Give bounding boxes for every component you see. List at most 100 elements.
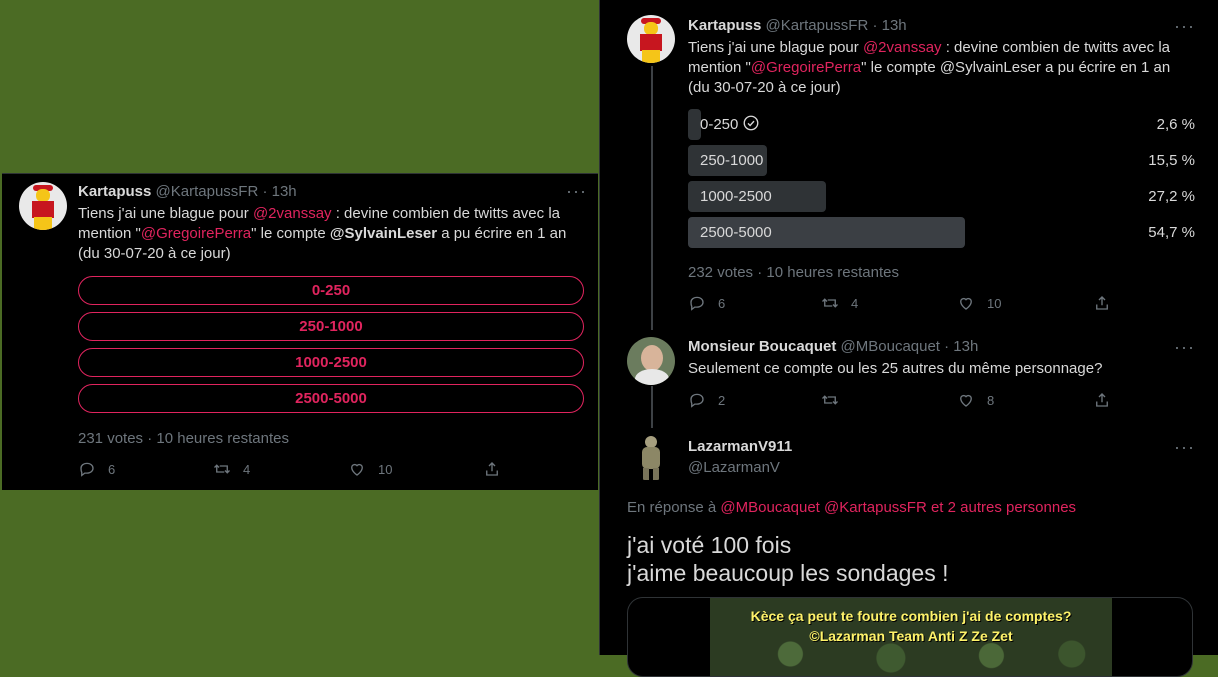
mention-link[interactable]: @GregoirePerra xyxy=(141,225,251,242)
poll-result-text: 2500-5000 xyxy=(700,224,772,241)
check-circle-icon xyxy=(743,115,759,131)
author-name[interactable]: Kartapuss xyxy=(78,183,151,200)
poll-result-text: 0-250 xyxy=(700,116,739,133)
left-tweet-card[interactable]: Kartapuss @KartapussFR · 13h ··· Tiens j… xyxy=(2,173,598,490)
poll-result-label: 2500-5000 xyxy=(700,217,772,248)
poll-option-button[interactable]: 250-1000 xyxy=(78,312,584,341)
tweet-header: @LazarmanV xyxy=(688,459,780,476)
text-part: Tiens j'ai une blague pour xyxy=(688,39,863,56)
poll-results: 0-250 2,6 % 250-1000 15,5 % 1000-2500 27,2 % 2… xyxy=(688,109,1195,249)
tweet-header: LazarmanV911 xyxy=(688,438,792,455)
thread-connector xyxy=(651,66,653,330)
thread-connector xyxy=(651,386,653,428)
tweet-header: Monsieur Boucaquet @MBoucaquet · 13h xyxy=(688,338,978,355)
share-icon xyxy=(1096,296,1108,310)
reply-icon xyxy=(690,393,704,408)
text-part: Tiens j'ai une blague pour xyxy=(78,205,253,222)
poll-result-row: 0-250 2,6 % xyxy=(688,109,1195,140)
more-icon[interactable]: ··· xyxy=(566,182,587,200)
media-caption: Kèce ça peut te foutre combien j'ai de c… xyxy=(750,608,1072,624)
reply-prefix: En réponse à xyxy=(627,499,721,516)
poll-result-label: 1000-2500 xyxy=(700,181,772,212)
poll-result-label: 250-1000 xyxy=(700,145,763,176)
media-image[interactable]: Kèce ça peut te foutre combien j'ai de c… xyxy=(710,598,1112,676)
reply-action[interactable]: 2 xyxy=(688,391,725,409)
reply-action[interactable]: 6 xyxy=(78,460,115,478)
poll-result-label: 0-250 xyxy=(700,109,760,140)
poll-result-percent: 2,6 % xyxy=(1156,116,1195,133)
retweet-action[interactable] xyxy=(821,391,851,409)
retweet-count: 4 xyxy=(851,295,859,311)
like-action[interactable]: 10 xyxy=(957,294,1001,312)
tweet-text: Tiens j'ai une blague pour @2vanssay : d… xyxy=(688,38,1193,98)
right-thread-panel: Kartapuss @KartapussFR · 13h ··· Tiens j… xyxy=(599,0,1218,677)
tweet-media[interactable]: Kèce ça peut te foutre combien j'ai de c… xyxy=(627,597,1193,677)
kartapuss-avatar[interactable] xyxy=(627,15,675,63)
tweet-header: Kartapuss @KartapussFR · 13h xyxy=(78,183,297,200)
tweet-text: Seulement ce compte ou les 25 autres du … xyxy=(688,360,1103,377)
poll-result-percent: 54,7 % xyxy=(1148,224,1195,241)
author-name[interactable]: LazarmanV911 xyxy=(688,438,792,455)
reply-count: 2 xyxy=(718,392,726,408)
like-action[interactable]: 8 xyxy=(957,391,994,409)
poll-result-row: 250-1000 15,5 % xyxy=(688,145,1195,176)
more-icon[interactable]: ··· xyxy=(1174,17,1195,35)
more-icon[interactable]: ··· xyxy=(1174,438,1195,456)
reply-count: 6 xyxy=(108,461,116,477)
author-handle-time[interactable]: @KartapussFR · 13h xyxy=(156,183,297,200)
like-count: 10 xyxy=(987,295,1002,311)
like-icon xyxy=(351,463,363,476)
mention-link[interactable]: @SylvainLeser xyxy=(330,225,437,242)
like-icon xyxy=(960,394,972,407)
poll-option-button[interactable]: 0-250 xyxy=(78,276,584,305)
share-action[interactable] xyxy=(1093,391,1123,409)
retweet-icon xyxy=(822,395,838,405)
poll-result-percent: 27,2 % xyxy=(1148,188,1195,205)
poll-result-text: 1000-2500 xyxy=(700,188,772,205)
retweet-count: 4 xyxy=(243,461,251,477)
poll-option-button[interactable]: 2500-5000 xyxy=(78,384,584,413)
author-handle-time[interactable]: @KartapussFR · 13h xyxy=(766,17,907,34)
like-count: 8 xyxy=(987,392,995,408)
reply-icon xyxy=(690,296,704,311)
retweet-action[interactable]: 4 xyxy=(213,460,250,478)
author-handle[interactable]: @LazarmanV xyxy=(688,459,780,476)
share-icon xyxy=(486,462,498,476)
reply-mentions[interactable]: @MBoucaquet @KartapussFR et 2 autres per… xyxy=(720,499,1076,516)
mboucaquet-avatar[interactable] xyxy=(627,337,675,385)
retweet-icon xyxy=(822,298,838,308)
reply-icon xyxy=(80,462,94,477)
retweet-icon xyxy=(214,464,230,474)
mention-link[interactable]: @GregoirePerra xyxy=(751,59,861,76)
poll-result-percent: 15,5 % xyxy=(1148,152,1195,169)
poll-result-text: 250-1000 xyxy=(700,152,764,169)
poll-result-row: 2500-5000 54,7 % xyxy=(688,217,1195,248)
author-handle-time[interactable]: @MBoucaquet · 13h xyxy=(841,338,979,355)
more-icon[interactable]: ··· xyxy=(1174,338,1195,356)
share-action[interactable] xyxy=(1093,294,1123,312)
tweet-text-line: j'aime beaucoup les sondages ! xyxy=(627,560,949,586)
poll-option-button[interactable]: 1000-2500 xyxy=(78,348,584,377)
poll-votes-status: 232 votes · 10 heures restantes xyxy=(688,264,899,281)
share-icon xyxy=(1096,393,1108,407)
tweet-header: Kartapuss @KartapussFR · 13h xyxy=(688,17,907,34)
like-action[interactable]: 10 xyxy=(348,460,392,478)
retweet-action[interactable]: 4 xyxy=(821,294,858,312)
mention-link[interactable]: @2vanssay xyxy=(863,39,942,56)
author-name[interactable]: Monsieur Boucaquet xyxy=(688,338,836,355)
media-caption: ©Lazarman Team Anti Z Ze Zet xyxy=(809,628,1013,644)
like-count: 10 xyxy=(378,461,393,477)
reply-action[interactable]: 6 xyxy=(688,294,725,312)
share-action[interactable] xyxy=(483,460,513,478)
author-name[interactable]: Kartapuss xyxy=(688,17,761,34)
lazarman-avatar[interactable] xyxy=(627,433,675,481)
like-icon xyxy=(960,297,972,310)
text-part: " le compte xyxy=(251,225,330,242)
reply-count: 6 xyxy=(718,295,726,311)
tweet-text-line: j'ai voté 100 fois xyxy=(627,532,792,558)
poll-result-row: 1000-2500 27,2 % xyxy=(688,181,1195,212)
poll-votes-status: 231 votes · 10 heures restantes xyxy=(78,430,289,447)
mention-link[interactable]: @2vanssay xyxy=(253,205,332,222)
reply-context: En réponse à @MBoucaquet @KartapussFR et… xyxy=(627,499,1076,516)
kartapuss-avatar[interactable] xyxy=(19,182,67,230)
